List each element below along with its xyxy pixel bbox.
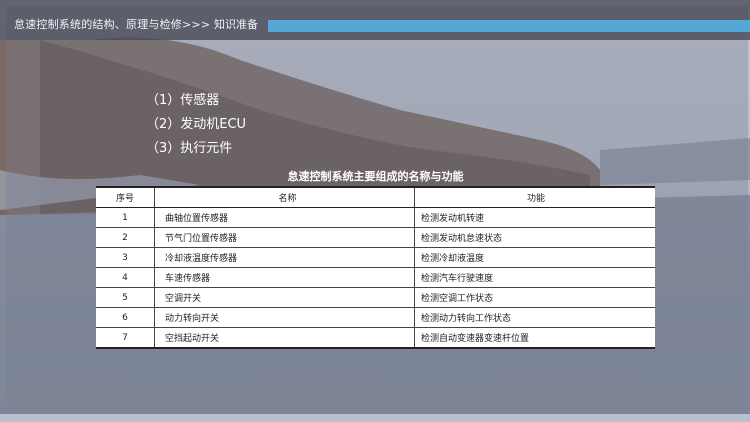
- table-row: 4 车速传感器 检测汽车行驶速度: [96, 267, 655, 288]
- cell-function: 检测空调工作状态: [414, 287, 655, 308]
- footer-strip: [0, 414, 750, 422]
- list-item: （2）发动机ECU: [146, 117, 247, 132]
- table-row: 5 空调开关 检测空调工作状态: [96, 287, 655, 308]
- cell-index: 6: [96, 307, 155, 328]
- cell-index: 5: [96, 287, 155, 308]
- table-row: 6 动力转向开关 检测动力转向工作状态: [96, 307, 655, 328]
- cell-index: 2: [96, 227, 155, 248]
- column-header: 名称: [154, 186, 415, 208]
- table-title: 怠速控制系统主要组成的名称与功能: [287, 170, 464, 183]
- list-item: （3）执行元件: [146, 141, 233, 156]
- cell-function: 检测自动变速器变速杆位置: [414, 327, 655, 349]
- cell-function: 检测发动机转速: [414, 207, 655, 228]
- cell-index: 4: [96, 267, 155, 288]
- cell-name: 空调开关: [154, 287, 415, 308]
- list-item: （1）传感器: [146, 93, 220, 108]
- cell-name: 空挡起动开关: [154, 327, 415, 349]
- cell-name: 冷却液温度传感器: [154, 247, 415, 268]
- cell-function: 检测冷却液温度: [414, 247, 655, 268]
- cell-index: 1: [96, 207, 155, 228]
- table-header-row: 序号 名称 功能: [96, 186, 655, 208]
- table-row: 7 空挡起动开关 检测自动变速器变速杆位置: [96, 327, 655, 349]
- header-accent-bar: [268, 20, 750, 32]
- cell-name: 动力转向开关: [154, 307, 415, 328]
- function-table: 序号 名称 功能 1 曲轴位置传感器 检测发动机转速 2 节气门位置传感器 检测…: [96, 186, 655, 349]
- table-row: 3 冷却液温度传感器 检测冷却液温度: [96, 247, 655, 268]
- cell-index: 7: [96, 327, 155, 349]
- component-list: （1）传感器 （2）发动机ECU （3）执行元件: [146, 92, 246, 164]
- breadcrumb: 怠速控制系统的结构、原理与检修>>>: [14, 18, 211, 31]
- cell-function: 检测汽车行驶速度: [414, 267, 655, 288]
- section-title: 知识准备: [214, 18, 258, 31]
- cell-index: 3: [96, 247, 155, 268]
- table-row: 1 曲轴位置传感器 检测发动机转速: [96, 207, 655, 228]
- cell-function: 检测动力转向工作状态: [414, 307, 655, 328]
- cell-name: 曲轴位置传感器: [154, 207, 415, 228]
- cell-function: 检测发动机怠速状态: [414, 227, 655, 248]
- cell-name: 车速传感器: [154, 267, 415, 288]
- table-row: 2 节气门位置传感器 检测发动机怠速状态: [96, 227, 655, 248]
- column-header: 功能: [414, 186, 655, 208]
- cell-name: 节气门位置传感器: [154, 227, 415, 248]
- column-header: 序号: [96, 186, 155, 208]
